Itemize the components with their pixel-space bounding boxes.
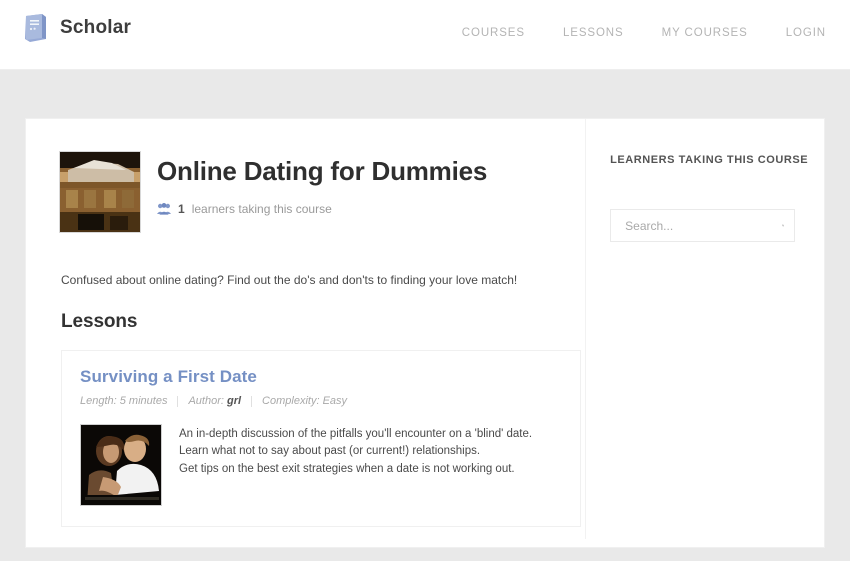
lesson-description-line: An in-depth discussion of the pitfalls y… (179, 428, 533, 440)
course-page-card: Online Dating for Dummies 1 learners tak… (25, 118, 825, 548)
course-sidebar: LEARNERS TAKING THIS COURSE (585, 119, 824, 539)
lesson-meta: Length: 5 minutes Author: grl Complexity… (80, 395, 562, 407)
nav-item-login[interactable]: LOGIN (786, 27, 826, 39)
lesson-description-line: Get tips on the best exit strategies whe… (179, 462, 515, 475)
learners-count: 1 (178, 201, 185, 216)
course-header: Online Dating for Dummies 1 learners tak… (59, 151, 583, 233)
site-header: Scholar COURSES LESSONS MY COURSES LOGIN (0, 0, 850, 70)
lesson-description: An in-depth discussion of the pitfalls y… (179, 424, 532, 478)
learners-taking-line: 1 learners taking this course (157, 202, 487, 216)
book-icon (25, 14, 46, 42)
search-box[interactable] (610, 209, 796, 242)
course-main-column: Online Dating for Dummies 1 learners tak… (26, 119, 583, 539)
lesson-author-label: Author: (188, 395, 224, 407)
lesson-description-line: Learn what not to say about past (or cur… (179, 445, 481, 458)
lesson-complexity: Complexity: Easy (262, 395, 348, 407)
people-icon (157, 202, 171, 215)
nav-item-lessons[interactable]: LESSONS (563, 27, 624, 39)
brand-logo-link[interactable]: Scholar (22, 14, 131, 42)
lesson-title-link[interactable]: Surviving a First Date (80, 367, 562, 387)
main-nav: COURSES LESSONS MY COURSES LOGIN (462, 27, 826, 39)
meta-divider (177, 395, 179, 407)
course-heading-group: Online Dating for Dummies 1 learners tak… (157, 151, 487, 216)
course-thumbnail (59, 151, 141, 233)
nav-item-my-courses[interactable]: MY COURSES (662, 27, 748, 39)
page-title: Online Dating for Dummies (157, 156, 488, 186)
lesson-author-name: grl (226, 395, 242, 407)
lesson-length: Length: 5 minutes (80, 395, 168, 407)
sidebar-heading-learners: LEARNERS TAKING THIS COURSE (610, 154, 809, 166)
lessons-section-title: Lessons (61, 311, 138, 332)
search-icon[interactable] (782, 218, 785, 233)
meta-divider (251, 395, 253, 407)
lesson-card[interactable]: Surviving a First Date Length: 5 minutes… (61, 350, 581, 527)
course-description: Confused about online dating? Find out t… (61, 273, 518, 287)
lesson-thumbnail (80, 424, 162, 506)
nav-item-courses[interactable]: COURSES (462, 27, 525, 39)
brand-name: Scholar (60, 17, 132, 38)
lesson-author: Author: grl (188, 395, 241, 407)
search-input[interactable] (623, 217, 783, 234)
lesson-body: An in-depth discussion of the pitfalls y… (80, 424, 562, 506)
learners-label: learners taking this course (191, 201, 332, 216)
